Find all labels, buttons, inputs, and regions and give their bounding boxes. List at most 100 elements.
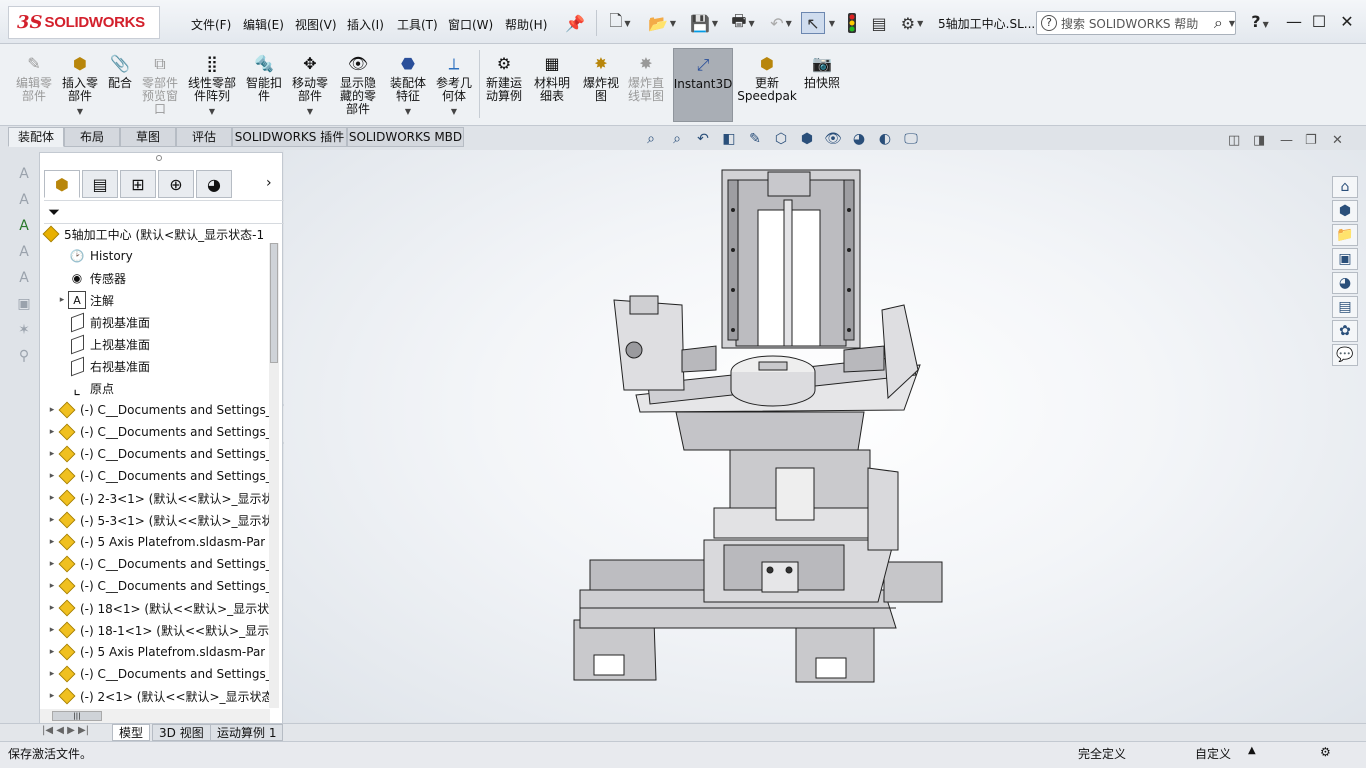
tree-component[interactable]: ▸ (-) 5-3<1> (默认<<默认>_显示状 — [46, 509, 280, 531]
expand-arrow-icon[interactable]: ▸ — [46, 559, 58, 569]
dynamic-annotation-icon[interactable]: ✎ — [744, 131, 766, 151]
tab-model[interactable]: 模型 — [112, 724, 151, 741]
tree-component[interactable]: ▸ (-) C__Documents and Settings_ — [46, 575, 280, 597]
tree-root-assembly[interactable]: 5轴加工中心 (默认<默认_显示状态-1 — [42, 223, 276, 245]
update-speedpak-button[interactable]: ⬢ 更新 Speedpak — [737, 48, 797, 122]
menu-help[interactable]: 帮助(H) — [505, 16, 547, 33]
move-component-button[interactable]: ✥ 移动零 部件 ▼ — [288, 48, 332, 122]
tree-component[interactable]: ▸ (-) C__Documents and Settings_ — [46, 399, 280, 421]
tab-dimxpert-manager[interactable]: ⊕ — [158, 170, 194, 198]
solidworks-resources-home-icon[interactable]: ⌂ — [1332, 176, 1358, 198]
search-help-box[interactable]: ? 搜索 SOLIDWORKS 帮助 ⌕ ▼ — [1036, 11, 1236, 35]
new-motion-study-button[interactable]: ⚙ 新建运 动算例 — [482, 48, 526, 122]
new-document-icon[interactable]: 🗋 ▼ — [606, 11, 634, 34]
forum-icon[interactable]: 💬 — [1332, 344, 1358, 366]
expand-arrow-icon[interactable]: ▸ — [46, 625, 58, 635]
menu-insert[interactable]: 插入(I) — [347, 16, 384, 33]
menu-edit[interactable]: 编辑(E) — [243, 16, 284, 33]
annotation-icon[interactable]: ✶ — [14, 322, 34, 342]
viewport-tile-right-icon[interactable]: ◨ — [1253, 133, 1265, 148]
graphics-area[interactable] — [284, 150, 1366, 722]
expand-arrow-icon[interactable]: ▸ — [46, 493, 58, 503]
tab-evaluate[interactable]: 评估 — [176, 127, 232, 147]
tab-solidworks-mbd[interactable]: SOLIDWORKS MBD — [347, 127, 464, 147]
viewport-minimize-icon[interactable]: — — [1280, 133, 1293, 148]
minimize-button[interactable]: — — [1283, 12, 1305, 32]
zoom-to-area-icon[interactable]: ⌕ — [666, 131, 688, 151]
tree-item[interactable]: 前视基准面 — [56, 311, 290, 333]
undo-icon[interactable]: ↶ ▼ — [764, 12, 798, 34]
annotation-icon[interactable]: A — [14, 270, 34, 290]
show-hidden-components-button[interactable]: 👁 显示隐 藏的零 部件 — [336, 48, 380, 122]
maximize-button[interactable]: ☐ — [1308, 12, 1330, 32]
instant3d-button[interactable]: ⤢ Instant3D — [673, 48, 733, 122]
tree-component[interactable]: ▸ (-) C__Documents and Settings_ — [46, 663, 280, 685]
search-dropdown-icon[interactable]: ▼ — [1229, 19, 1235, 28]
rebuild-status-icon[interactable]: ⚙ — [1320, 745, 1331, 759]
apply-scene-icon[interactable]: ◐ — [874, 131, 896, 151]
tree-component[interactable]: ▸ (-) C__Documents and Settings_ — [46, 465, 280, 487]
tab-layout[interactable]: 布局 — [64, 127, 120, 147]
close-button[interactable]: ✕ — [1336, 12, 1358, 32]
tab-feature-manager[interactable]: ⬢ — [44, 170, 80, 198]
annotation-icon[interactable]: ▣ — [14, 296, 34, 316]
component-preview-button[interactable]: ⧉ 零部件 预览窗 口 — [138, 48, 182, 122]
assembly-features-button[interactable]: ⬣ 装配体 特征 ▼ — [386, 48, 430, 122]
smart-fasteners-button[interactable]: 🔩 智能扣 件 — [242, 48, 286, 122]
menu-window[interactable]: 窗口(W) — [448, 16, 493, 33]
viewport-restore-icon[interactable]: ❐ — [1305, 133, 1317, 148]
tree-vertical-scrollbar[interactable] — [269, 243, 279, 708]
filter-funnel-icon[interactable]: ⏷ — [48, 203, 60, 221]
annotation-icon[interactable]: A — [14, 244, 34, 264]
tree-item[interactable]: ▸ A 注解 — [56, 289, 290, 311]
rebuild-icon[interactable] — [843, 12, 861, 34]
viewport-tile-left-icon[interactable]: ◫ — [1228, 133, 1240, 148]
panel-grip[interactable] — [156, 155, 162, 161]
help-question-button[interactable]: ? ▼ — [1245, 12, 1275, 32]
expand-arrow-icon[interactable]: ▸ — [46, 669, 58, 679]
expand-arrow-icon[interactable]: ▸ — [46, 581, 58, 591]
cnc-5axis-model[interactable] — [284, 150, 1366, 722]
view-settings-icon[interactable]: 🖵 — [900, 131, 922, 151]
tree-item[interactable]: 右视基准面 — [56, 355, 290, 377]
tree-item[interactable]: 🕑 History — [56, 245, 290, 267]
expand-arrow-icon[interactable]: ▸ — [46, 405, 58, 415]
tree-component[interactable]: ▸ (-) 2<1> (默认<<默认>_显示状态 — [46, 685, 280, 707]
custom-properties-icon[interactable]: ▤ — [1332, 296, 1358, 318]
expand-arrow-icon[interactable]: ▸ — [46, 647, 58, 657]
view-orientation-icon[interactable]: ⬡ — [770, 131, 792, 151]
expand-arrow-icon[interactable]: ▸ — [56, 295, 68, 305]
reference-geometry-button[interactable]: ⟂ 参考几 何体 ▼ — [432, 48, 476, 122]
zoom-to-fit-icon[interactable]: ⌕ — [640, 131, 662, 151]
tree-item[interactable]: ⌞ 原点 — [56, 377, 290, 399]
tree-component[interactable]: ▸ (-) 18-1<1> (默认<<默认>_显示 — [46, 619, 280, 641]
previous-view-icon[interactable]: ↶ — [692, 131, 714, 151]
tree-item[interactable]: 上视基准面 — [56, 333, 290, 355]
panel-expand-chevron-icon[interactable]: › — [266, 175, 272, 191]
tree-component[interactable]: ▸ (-) 5 Axis Platefrom.sldasm-Par — [46, 531, 280, 553]
menu-file[interactable]: 文件(F) — [191, 16, 231, 33]
scrollbar-thumb[interactable] — [270, 243, 278, 363]
annotation-active-icon[interactable]: A — [14, 218, 34, 238]
edit-appearance-icon[interactable]: ◕ — [848, 131, 870, 151]
view-palette-icon[interactable]: ▣ — [1332, 248, 1358, 270]
expand-arrow-icon[interactable]: ▸ — [46, 515, 58, 525]
menu-tools[interactable]: 工具(T) — [397, 16, 438, 33]
pin-icon[interactable]: 📌 — [565, 12, 585, 34]
plastics-icon[interactable]: ✿ — [1332, 320, 1358, 342]
tree-component[interactable]: ▸ (-) 18<1> (默认<<默认>_显示状 — [46, 597, 280, 619]
tree-horizontal-scrollbar[interactable]: ||| — [40, 709, 270, 723]
section-view-icon[interactable]: ◧ — [718, 131, 740, 151]
tab-solidworks-addins[interactable]: SOLIDWORKS 插件 — [232, 127, 347, 147]
hide-show-items-icon[interactable]: 👁 — [822, 131, 844, 151]
tab-display-manager[interactable]: ◕ — [196, 170, 232, 198]
tab-nav-arrows-icon[interactable]: |◀ ◀ ▶ ▶| — [42, 725, 89, 736]
tree-item[interactable]: ◉ 传感器 — [56, 267, 290, 289]
tree-component[interactable]: ▸ (-) C__Documents and Settings_ — [46, 553, 280, 575]
menu-view[interactable]: 视图(V) — [295, 16, 337, 33]
tree-component[interactable]: ▸ (-) C__Documents and Settings_ — [46, 421, 280, 443]
save-icon[interactable]: 💾 ▼ — [686, 12, 722, 34]
appearances-scenes-icon[interactable]: ◕ — [1332, 272, 1358, 294]
file-explorer-icon[interactable]: 📁 — [1332, 224, 1358, 246]
tab-motion-study-1[interactable]: 运动算例 1 — [210, 724, 284, 741]
